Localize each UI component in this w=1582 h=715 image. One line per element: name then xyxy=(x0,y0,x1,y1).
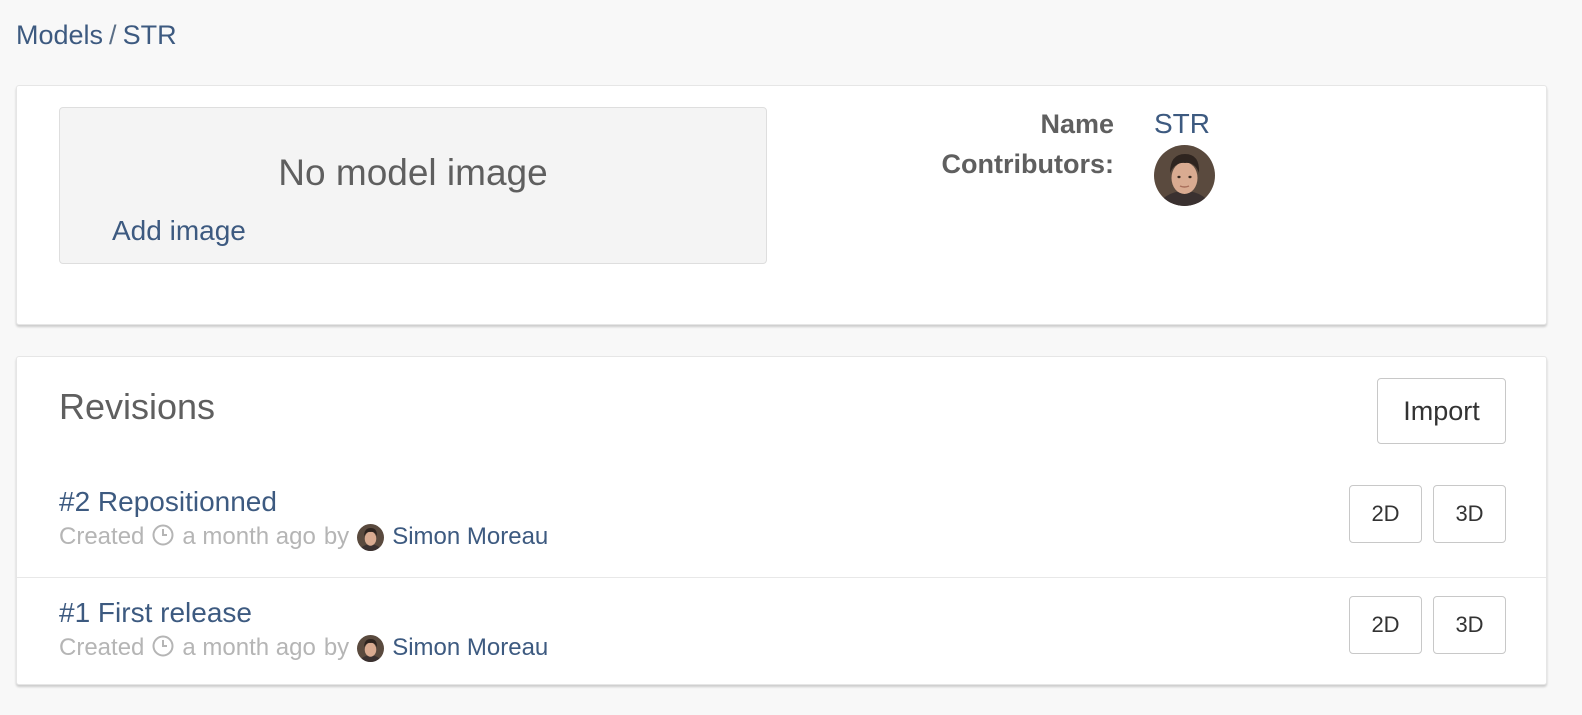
breadcrumb-models-link[interactable]: Models xyxy=(16,20,103,50)
model-image-placeholder: No model image Add image xyxy=(59,107,767,264)
revision-title-link[interactable]: #2 Repositionned xyxy=(59,486,277,518)
revisions-card: Revisions Import #2 Repositionned Create… xyxy=(16,356,1547,685)
created-label: Created xyxy=(59,634,145,661)
by-label: by xyxy=(323,634,350,661)
revision-row: #1 First release Created a month ago by … xyxy=(17,577,1546,687)
user-avatar-icon xyxy=(1154,145,1215,206)
view-2d-button[interactable]: 2D xyxy=(1349,596,1422,654)
contributors-label: Contributors: xyxy=(941,149,1114,179)
author-link[interactable]: Simon Moreau xyxy=(392,634,548,662)
view-3d-button[interactable]: 3D xyxy=(1433,485,1506,543)
name-label: Name xyxy=(1040,109,1114,139)
revision-meta: Created a month ago by Simon Moreau xyxy=(59,523,548,551)
clock-icon xyxy=(152,635,174,657)
no-model-image-text: No model image xyxy=(278,152,548,193)
contributor-avatar[interactable] xyxy=(1154,145,1215,206)
by-label: by xyxy=(323,523,350,550)
author-avatar-icon xyxy=(357,634,385,662)
time-ago: a month ago xyxy=(182,523,316,550)
revision-row: #2 Repositionned Created a month ago by … xyxy=(17,467,1546,577)
model-name-value: STR xyxy=(1154,108,1210,139)
breadcrumb-separator: / xyxy=(109,20,117,50)
add-image-link[interactable]: Add image xyxy=(112,215,246,247)
breadcrumb: Models / STR xyxy=(16,19,177,51)
author-link[interactable]: Simon Moreau xyxy=(392,523,548,551)
clock-icon xyxy=(152,524,174,546)
import-button[interactable]: Import xyxy=(1377,378,1506,444)
author-avatar-icon xyxy=(357,523,385,551)
view-3d-button[interactable]: 3D xyxy=(1433,596,1506,654)
revisions-title: Revisions xyxy=(59,386,216,427)
time-ago: a month ago xyxy=(182,634,316,661)
revision-meta: Created a month ago by Simon Moreau xyxy=(59,634,548,662)
revision-title-link[interactable]: #1 First release xyxy=(59,597,252,629)
model-info-card: No model image Add image Name STR Contri… xyxy=(16,85,1547,325)
created-label: Created xyxy=(59,523,145,550)
view-2d-button[interactable]: 2D xyxy=(1349,485,1422,543)
breadcrumb-current: STR xyxy=(122,20,177,50)
